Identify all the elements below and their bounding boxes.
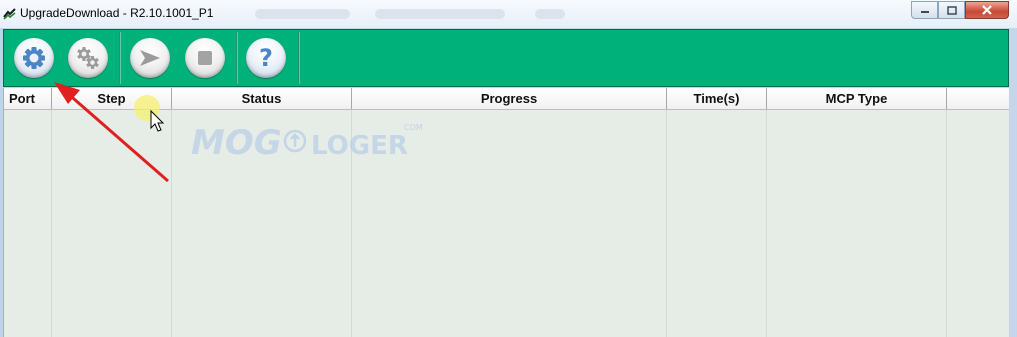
column-header-status[interactable]: Status <box>172 88 352 109</box>
title-bar[interactable]: UpgradeDownload - R2.10.1001_P1 <box>0 0 1017 29</box>
window-border <box>1009 28 1017 337</box>
toolbar-separator <box>236 32 238 84</box>
maximize-icon <box>946 5 957 15</box>
toolbar: ? <box>3 29 1009 87</box>
blurred-text <box>535 9 565 19</box>
stop-button[interactable] <box>185 38 225 78</box>
toolbar-separator <box>119 32 121 84</box>
play-arrow-icon <box>140 50 160 66</box>
column-header-filler <box>947 88 1009 109</box>
start-button[interactable] <box>130 38 170 78</box>
svg-text:COM: COM <box>404 123 423 132</box>
app-icon <box>3 8 16 20</box>
column-divider <box>51 110 52 337</box>
column-divider <box>666 110 667 337</box>
window-title: UpgradeDownload - R2.10.1001_P1 <box>20 6 214 20</box>
column-header-port[interactable]: Port <box>4 88 52 109</box>
minimize-button[interactable] <box>911 1 938 19</box>
watermark-logo: MOG LOGER COM <box>191 123 423 161</box>
settings-button[interactable] <box>14 38 54 78</box>
toolbar-separator <box>298 32 300 84</box>
maximize-button[interactable] <box>938 1 965 19</box>
advanced-settings-button[interactable] <box>68 38 108 78</box>
blurred-text <box>375 9 505 19</box>
column-header-time[interactable]: Time(s) <box>667 88 767 109</box>
svg-text:LOGER: LOGER <box>311 131 408 161</box>
minimize-icon <box>920 11 929 13</box>
gear-icon <box>23 47 45 69</box>
question-icon: ? <box>259 44 273 72</box>
window-controls <box>911 1 1009 19</box>
column-divider <box>171 110 172 337</box>
close-icon <box>982 5 992 15</box>
blurred-text <box>255 9 350 19</box>
gears-icon <box>77 47 99 69</box>
svg-text:MOG: MOG <box>191 123 282 161</box>
help-button[interactable]: ? <box>246 38 286 78</box>
column-header-mcp-type[interactable]: MCP Type <box>767 88 947 109</box>
column-header-step[interactable]: Step <box>52 88 172 109</box>
stop-icon <box>198 51 212 65</box>
column-divider <box>946 110 947 337</box>
close-button[interactable] <box>965 1 1009 19</box>
table-header: Port Step Status Progress Time(s) MCP Ty… <box>4 88 1009 110</box>
column-header-progress[interactable]: Progress <box>352 88 667 109</box>
device-table[interactable]: Port Step Status Progress Time(s) MCP Ty… <box>3 88 1009 337</box>
column-divider <box>766 110 767 337</box>
app-window: UpgradeDownload - R2.10.1001_P1 ? Port S… <box>0 0 1017 337</box>
